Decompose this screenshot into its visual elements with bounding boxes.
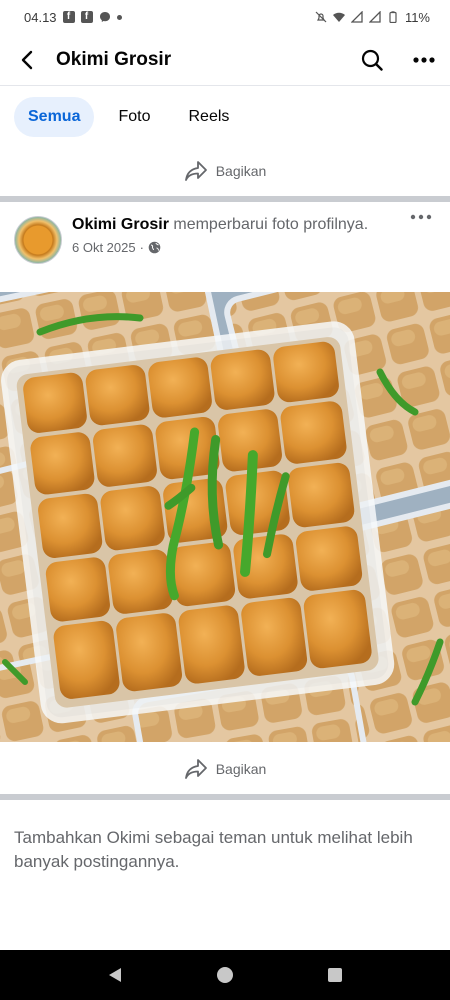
nav-recents-icon[interactable] — [326, 966, 344, 984]
signal-icon — [368, 11, 381, 23]
share-icon — [184, 759, 207, 779]
friend-suggestion-text: Tambahkan Okimi sebagai teman untuk meli… — [14, 828, 413, 871]
battery-level: 11% — [404, 9, 430, 25]
battery-icon — [389, 11, 397, 23]
more-icon — [410, 214, 432, 220]
more-notifications-icon — [116, 14, 122, 20]
tab-reels[interactable]: Reels — [174, 97, 243, 137]
post-header: Okimi Grosir memperbarui foto profilnya.… — [0, 204, 450, 290]
mute-icon — [315, 11, 327, 23]
back-button[interactable] — [0, 34, 56, 86]
share-label: Bagikan — [215, 761, 267, 777]
section-divider — [0, 794, 450, 800]
globe-icon — [148, 241, 161, 254]
post-share-button[interactable]: Bagikan — [0, 744, 450, 794]
more-options-button[interactable] — [398, 34, 450, 86]
more-icon — [413, 56, 435, 63]
post-author[interactable]: Okimi Grosir — [72, 216, 169, 233]
status-time: 04.13 — [24, 9, 57, 25]
post-date[interactable]: 6 Okt 2025 — [72, 240, 136, 255]
nav-home-icon[interactable] — [216, 966, 234, 984]
system-nav-bar — [0, 950, 450, 1000]
section-divider — [0, 196, 450, 202]
fried-tofu-photo — [0, 292, 450, 742]
facebook-notification-icon: f — [62, 11, 75, 23]
post-photo[interactable] — [0, 292, 450, 742]
wifi-icon — [332, 12, 345, 22]
messenger-notification-icon — [99, 12, 110, 22]
search-icon — [361, 49, 383, 71]
filter-tabs: Semua Foto Reels — [0, 86, 450, 148]
tab-semua[interactable]: Semua — [14, 97, 95, 137]
search-button[interactable] — [346, 34, 398, 86]
post-more-button[interactable] — [406, 214, 436, 244]
facebook-notification-icon: f — [80, 11, 93, 23]
page-title: Okimi Grosir — [56, 48, 172, 70]
nav-back-icon[interactable] — [106, 966, 124, 984]
post-action: memperbarui foto profilnya. — [173, 216, 369, 233]
status-bar: 04.13 f f 11% — [0, 0, 450, 34]
share-button[interactable]: Bagikan — [0, 146, 450, 196]
share-label: Bagikan — [215, 163, 267, 179]
app-bar: Okimi Grosir — [0, 34, 450, 86]
share-icon — [184, 161, 207, 181]
avatar[interactable] — [14, 216, 62, 264]
signal-icon — [350, 11, 363, 23]
back-arrow-icon — [21, 50, 33, 69]
tab-foto[interactable]: Foto — [104, 97, 164, 137]
